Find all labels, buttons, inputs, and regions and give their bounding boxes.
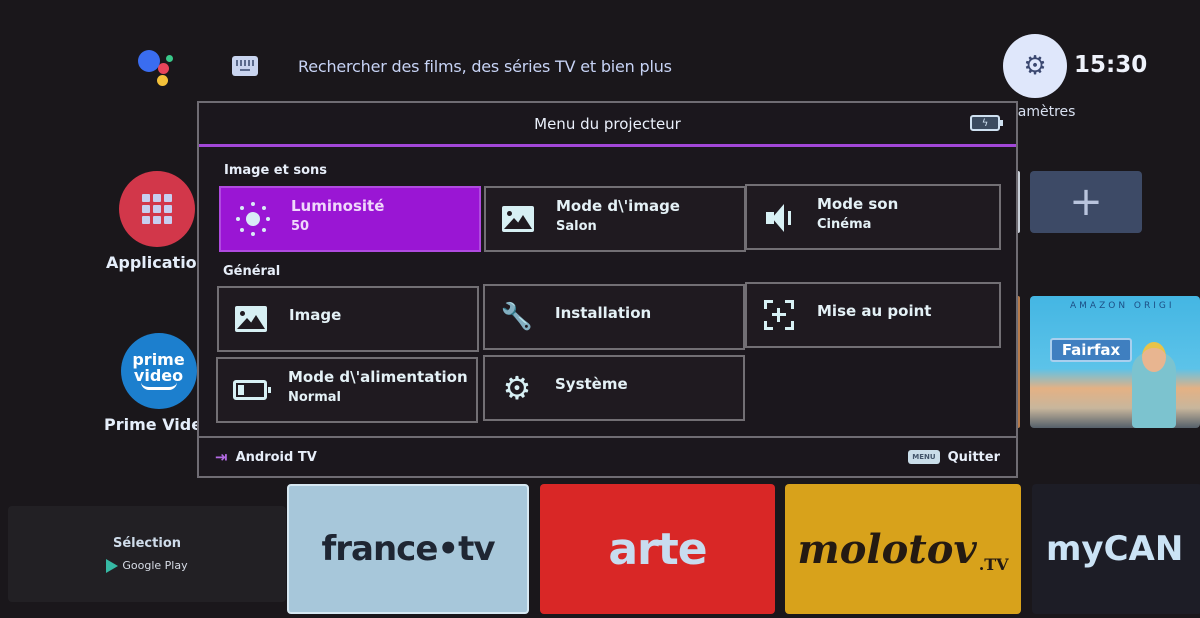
channel-france-tv[interactable]: france•tv bbox=[287, 484, 529, 614]
input-source-icon: ⇥ bbox=[215, 448, 228, 466]
tile-name: Image bbox=[289, 306, 342, 324]
battery-charging-icon: ϟ bbox=[970, 115, 1003, 131]
menu-tile-picture-mode[interactable]: Mode d\'image Salon bbox=[484, 186, 746, 252]
wrench-icon: 🔧 bbox=[500, 302, 534, 332]
apps-label: Application bbox=[106, 253, 209, 272]
menu-tile-sound-mode[interactable]: Mode son Cinéma bbox=[745, 184, 1001, 250]
tile-value: Salon bbox=[556, 218, 597, 234]
featured-fairfax-tile[interactable]: AMAZON ORIGI Fairfax bbox=[1030, 296, 1200, 428]
projector-menu-dialog: Menu du projecteur ϟ Image et sons Lumin… bbox=[197, 101, 1018, 478]
tile-name: Mode d\'image bbox=[556, 196, 680, 215]
featured-artwork bbox=[1132, 342, 1176, 428]
quit-button[interactable]: MENU Quitter bbox=[908, 450, 1000, 465]
google-play-logo: Google Play bbox=[106, 558, 188, 573]
tile-name: Mode d\'alimentation bbox=[288, 367, 468, 386]
assistant-dot-red bbox=[158, 63, 169, 74]
section-label-general: Général bbox=[223, 264, 281, 279]
focus-icon bbox=[759, 297, 799, 333]
brightness-icon bbox=[233, 201, 273, 237]
menu-tile-system[interactable]: ⚙ Système bbox=[483, 355, 745, 421]
menu-header: Menu du projecteur ϟ bbox=[199, 103, 1016, 147]
featured-title: Fairfax bbox=[1050, 338, 1132, 362]
menu-title: Menu du projecteur bbox=[534, 114, 681, 133]
android-tv-label: Android TV bbox=[235, 449, 317, 465]
amazon-smile-icon bbox=[140, 382, 177, 390]
prime-video-logo: prime video bbox=[120, 333, 197, 409]
channel-mycanal[interactable]: myCAN bbox=[1032, 484, 1200, 614]
molotov-logo: molotov bbox=[797, 525, 977, 573]
tile-name: Luminosité bbox=[291, 196, 385, 215]
molotov-suffix: .TV bbox=[978, 555, 1009, 574]
tile-name: Mode son bbox=[817, 194, 899, 213]
gear-icon: ⚙ bbox=[502, 369, 532, 407]
channel-arte[interactable]: arte bbox=[540, 484, 775, 614]
add-channel-button[interactable]: + bbox=[1030, 171, 1142, 233]
tile-name: Mise au point bbox=[817, 302, 932, 320]
tile-value: Normal bbox=[288, 389, 341, 405]
menu-tile-installation[interactable]: 🔧 Installation bbox=[483, 284, 745, 350]
android-tv-source-button[interactable]: ⇥ Android TV bbox=[215, 448, 317, 466]
battery-icon bbox=[230, 372, 271, 408]
france-tv-logo: france•tv bbox=[321, 529, 495, 569]
tile-name: Installation bbox=[555, 304, 652, 322]
mycanal-logo: myCAN bbox=[1046, 529, 1184, 569]
picture-mode-icon bbox=[498, 201, 538, 237]
google-assistant-icon[interactable] bbox=[134, 46, 178, 86]
menu-tile-image[interactable]: Image bbox=[217, 286, 479, 352]
quit-label: Quitter bbox=[947, 449, 1000, 465]
search-bar[interactable]: Rechercher des films, des séries TV et b… bbox=[298, 57, 672, 76]
menu-footer: ⇥ Android TV MENU Quitter bbox=[199, 436, 1016, 476]
arte-logo: arte bbox=[608, 523, 707, 575]
menu-tile-focus[interactable]: Mise au point bbox=[745, 282, 1001, 348]
apps-shortcut[interactable]: Application bbox=[106, 171, 208, 272]
menu-tile-power-mode[interactable]: Mode d\'alimentation Normal bbox=[216, 357, 478, 423]
plus-icon: + bbox=[1069, 179, 1103, 225]
settings-label: ramètres bbox=[1012, 104, 1076, 120]
selection-title: Sélection bbox=[112, 535, 181, 551]
google-play-selection-tile[interactable]: Sélection Google Play bbox=[8, 506, 286, 602]
google-play-label: Google Play bbox=[122, 559, 188, 572]
assistant-dot-yellow bbox=[157, 75, 168, 86]
gear-icon: ⚙ bbox=[1023, 51, 1047, 81]
menu-key-icon: MENU bbox=[908, 450, 940, 464]
settings-button[interactable]: ⚙ bbox=[1003, 34, 1067, 98]
section-label-image-sound: Image et sons bbox=[224, 163, 328, 178]
menu-tile-brightness[interactable]: Luminosité 50 bbox=[219, 186, 481, 252]
amazon-original-badge: AMAZON ORIGI bbox=[1070, 301, 1175, 311]
apps-grid-icon bbox=[119, 171, 196, 247]
speaker-icon bbox=[759, 199, 799, 235]
image-icon bbox=[231, 301, 271, 337]
clock: 15:30 bbox=[1074, 52, 1148, 78]
assistant-dot-green bbox=[166, 55, 173, 62]
tile-name: Système bbox=[555, 375, 628, 393]
google-play-icon bbox=[106, 558, 119, 573]
tile-value: Cinéma bbox=[817, 216, 872, 232]
keyboard-icon[interactable] bbox=[232, 56, 258, 76]
channel-molotov[interactable]: molotov .TV bbox=[785, 484, 1021, 614]
assistant-dot-blue bbox=[138, 50, 160, 72]
tile-value: 50 bbox=[291, 218, 310, 234]
